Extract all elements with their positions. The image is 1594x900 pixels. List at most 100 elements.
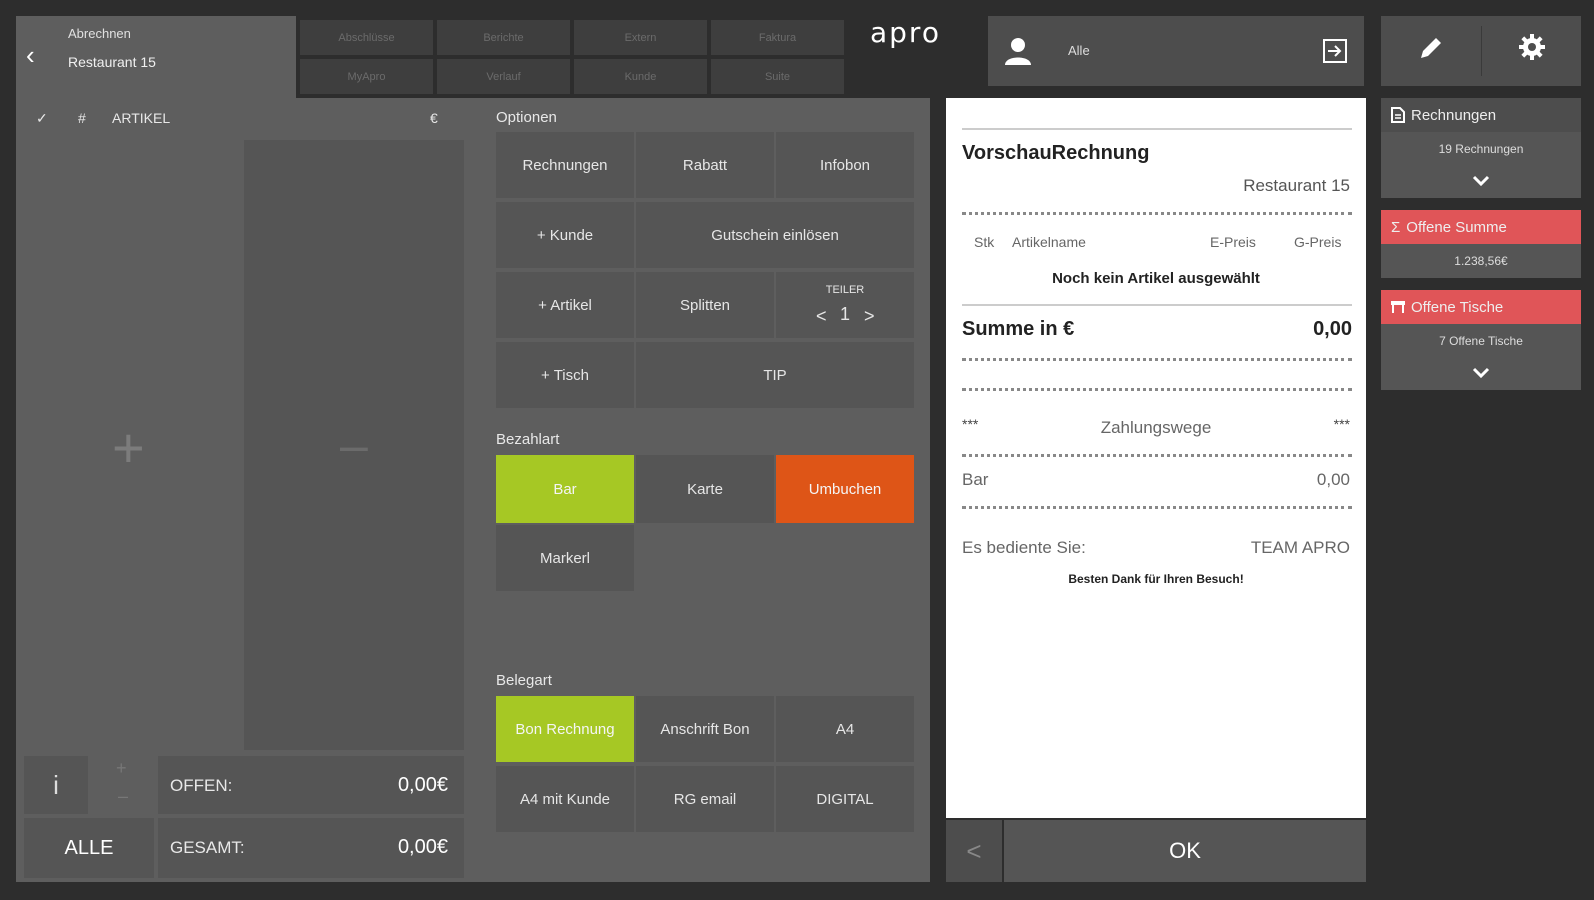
receipt-back-button[interactable]: < (946, 820, 1002, 882)
open-tables-card[interactable]: Offene Tische 7 Offene Tische (1381, 290, 1581, 390)
rabatt-button[interactable]: Rabatt (636, 132, 774, 198)
table-icon (1391, 301, 1405, 313)
pay-cash-button[interactable]: Bar (496, 455, 634, 523)
receipt-restaurant: Restaurant 15 (1243, 176, 1350, 195)
add-article-zone[interactable]: + (16, 140, 244, 750)
minus-icon: – (340, 417, 368, 473)
payment-cash-label: Bar (962, 470, 989, 489)
bon-rechnung-button[interactable]: Bon Rechnung (496, 696, 634, 762)
receipt-rule (962, 304, 1352, 306)
thank-you-message: Besten Dank für Ihren Besuch! (1068, 572, 1244, 586)
served-by-value: TEAM APRO (1250, 538, 1350, 557)
header-title: Abrechnen (68, 26, 131, 41)
rebook-button[interactable]: Umbuchen (776, 455, 914, 523)
open-total-label: OFFEN: (170, 776, 233, 795)
pencil-icon[interactable] (1417, 34, 1445, 62)
invoices-card[interactable]: Rechnungen 19 Rechnungen (1381, 98, 1581, 198)
ok-button[interactable]: OK (1004, 820, 1366, 882)
receipt-title: VorschauRechnung (962, 142, 1150, 164)
col-stk: Stk (974, 234, 995, 250)
invoices-title: Rechnungen (1411, 106, 1497, 124)
nav-faktura[interactable]: Faktura (711, 20, 844, 55)
rg-email-button[interactable]: RG email (636, 766, 774, 832)
user-bar[interactable]: Alle (988, 16, 1364, 86)
sum-value: 0,00 (1313, 318, 1352, 340)
anschrift-bon-button[interactable]: Anschrift Bon (636, 696, 774, 762)
header-subtitle: Restaurant 15 (68, 54, 156, 70)
article-column-title: ARTIKEL (112, 110, 171, 126)
logout-icon[interactable] (1322, 38, 1348, 64)
open-sum-value: 1.238,56€ (1454, 254, 1508, 268)
open-total-row: OFFEN: 0,00€ (158, 756, 464, 814)
add-table-button[interactable]: + Tisch (496, 342, 634, 408)
open-total-value: 0,00€ (397, 774, 448, 796)
gear-icon[interactable] (1517, 32, 1547, 62)
chevron-left-icon: ‹ (26, 40, 35, 70)
nav-kunde[interactable]: Kunde (574, 59, 707, 94)
nav-extern[interactable]: Extern (574, 20, 707, 55)
chevron-down-icon[interactable] (1471, 174, 1491, 188)
receipt-type-title: Belegart (496, 672, 552, 689)
empty-message: Noch kein Artikel ausgewählt (1052, 270, 1260, 287)
logo: apro (870, 16, 941, 49)
divider-increase[interactable]: > (864, 306, 875, 327)
tip-button[interactable]: TIP (636, 342, 914, 408)
digital-button[interactable]: DIGITAL (776, 766, 914, 832)
pay-card-button[interactable]: Karte (636, 455, 774, 523)
info-button[interactable]: i (24, 756, 88, 814)
grand-total-row: GESAMT: 0,00€ (158, 818, 464, 878)
divider-stepper: TEILER < 1 > (776, 272, 914, 338)
chevron-down-icon[interactable] (1471, 366, 1491, 380)
receipt-rule (962, 128, 1352, 130)
receipt-divider (962, 212, 1352, 215)
add-customer-button[interactable]: + Kunde (496, 202, 634, 268)
open-tables-header: Offene Tische (1381, 290, 1581, 324)
open-tables-count: 7 Offene Tische (1439, 334, 1523, 348)
check-icon[interactable]: ✓ (36, 110, 48, 127)
remove-article-zone[interactable]: – (244, 140, 464, 750)
col-total-price: G-Preis (1294, 234, 1342, 250)
user-icon (1005, 38, 1031, 65)
nav-suite[interactable]: Suite (711, 59, 844, 94)
payment-methods-marker: *** (1333, 416, 1350, 432)
divider-value: 1 (840, 304, 851, 324)
col-article-name: Artikelname (1012, 234, 1086, 250)
receipt-divider (962, 388, 1352, 391)
rechnungen-button[interactable]: Rechnungen (496, 132, 634, 198)
nav-berichte[interactable]: Berichte (437, 20, 570, 55)
split-button[interactable]: Splitten (636, 272, 774, 338)
tool-bar (1381, 16, 1581, 86)
receipt-divider (962, 358, 1352, 361)
payment-title: Bezahlart (496, 431, 560, 448)
divider-decrease[interactable]: < (816, 306, 827, 327)
open-sum-title: Offene Summe (1406, 218, 1507, 236)
select-all-button[interactable]: ALLE (24, 818, 154, 878)
a4-button[interactable]: A4 (776, 696, 914, 762)
quantity-stepper[interactable]: + – (94, 756, 154, 814)
invoices-header: Rechnungen (1381, 98, 1581, 132)
increase-button[interactable]: + (116, 758, 127, 779)
open-sum-header: Σ Offene Summe (1381, 210, 1581, 244)
add-article-button[interactable]: + Artikel (496, 272, 634, 338)
col-unit-price: E-Preis (1210, 234, 1256, 250)
grand-total-label: GESAMT: (170, 838, 245, 857)
nav-verlauf[interactable]: Verlauf (437, 59, 570, 94)
infobon-button[interactable]: Infobon (776, 132, 914, 198)
served-by-label: Es bediente Sie: (962, 538, 1086, 557)
markerl-button[interactable]: Markerl (496, 525, 634, 591)
redeem-voucher-button[interactable]: Gutschein einlösen (636, 202, 914, 268)
back-button[interactable]: ‹ Abrechnen Restaurant 15 (16, 16, 296, 98)
nav-abschluesse[interactable]: Abschlüsse (300, 20, 433, 55)
receipt-divider (962, 506, 1352, 509)
divider-label: TEILER (825, 284, 865, 296)
nav-myapro[interactable]: MyApro (300, 59, 433, 94)
article-header: ✓ # ARTIKEL € (16, 98, 476, 140)
receipt-divider (962, 454, 1352, 457)
plus-icon: + (112, 416, 145, 479)
decrease-button[interactable]: – (118, 786, 128, 807)
a4-customer-button[interactable]: A4 mit Kunde (496, 766, 634, 832)
open-sum-card: Σ Offene Summe 1.238,56€ (1381, 210, 1581, 278)
sum-label: Summe in € (962, 318, 1075, 340)
open-tables-title: Offene Tische (1411, 298, 1504, 316)
top-nav: Abschlüsse Berichte Extern Faktura MyApr… (296, 16, 848, 98)
